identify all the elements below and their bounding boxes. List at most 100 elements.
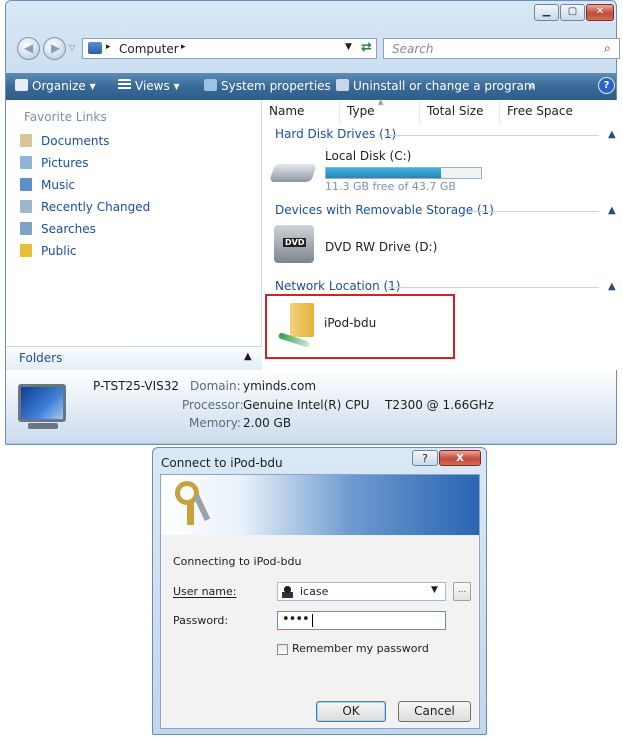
group-network-location[interactable]: Network Location (1) [275,279,400,293]
monitor-stand [28,423,58,429]
dialog-title: Connect to iPod-bdu [161,456,283,470]
group-collapse-icon[interactable]: ▲ [608,129,616,140]
search-box[interactable]: Search ⌕ [383,38,620,59]
music-icon [20,178,32,191]
address-dropdown-icon[interactable]: ▼ [345,42,352,52]
breadcrumb-separator-icon[interactable]: ▸ [181,42,186,52]
views-button[interactable]: Views ▾ [118,79,180,93]
refresh-icon[interactable]: ⇄ [361,40,372,55]
column-header-total-size[interactable]: Total Size [420,100,500,123]
dvd-drive-item[interactable]: DVD DVD RW Drive (D:) [270,221,480,269]
pictures-icon [20,156,32,169]
network-folder-icon [290,303,314,337]
remember-password-label[interactable]: Remember my password [292,642,429,655]
system-properties-label: System properties [221,79,331,93]
computer-monitor-icon [18,384,66,422]
close-button[interactable]: ✕ [586,4,614,21]
breadcrumb-computer[interactable]: Computer [119,42,179,56]
nav-item-public[interactable]: Public [20,244,77,260]
local-disk-item[interactable]: Local Disk (C:) 11.3 GB free of 43.7 GB [269,145,482,197]
username-value[interactable]: icase [300,585,328,598]
connect-dialog: Connect to iPod-bdu ? X Connecting to iP… [152,447,487,735]
uninstall-icon [336,79,349,91]
command-bar: Organize ▾ Views ▾ System properties Uni… [6,73,616,100]
back-button[interactable]: ◀ [17,37,40,60]
navigation-pane: Favorite Links Documents Pictures Music … [6,100,262,370]
processor-model: T2300 @ 1.66GHz [385,398,494,412]
password-value[interactable]: •••• [282,612,310,627]
nav-label: Music [41,178,76,192]
maximize-button[interactable]: ▢ [560,4,585,21]
cancel-button[interactable]: Cancel [398,701,471,722]
forward-arrow-icon: ▶ [51,41,61,55]
key-shaft-silver [193,494,211,522]
key-shaft [187,501,194,525]
organize-button[interactable]: Organize ▾ [15,79,96,93]
nav-label: Searches [41,222,96,236]
nav-label: Documents [41,134,110,148]
browse-button[interactable]: ... [453,582,471,601]
group-removable-storage[interactable]: Devices with Removable Storage (1) [275,203,494,217]
search-input[interactable]: Search [392,42,434,56]
user-icon [282,585,293,598]
username-combobox[interactable]: icase ▼ [277,582,446,601]
documents-icon [20,134,32,147]
memory-value: 2.00 GB [243,416,292,430]
searches-icon [20,222,32,235]
details-pane: P-TST25-VIS32 Domain: yminds.com Process… [6,370,616,443]
domain-value: yminds.com [243,379,317,393]
system-properties-icon [204,79,217,91]
nav-item-recently-changed[interactable]: Recently Changed [20,200,150,216]
disk-usage-bar [325,167,482,179]
dvd-drive-name: DVD RW Drive (D:) [325,240,438,254]
uninstall-button[interactable]: Uninstall or change a program [336,79,536,93]
more-commands-button[interactable]: » [528,79,535,93]
recently-changed-icon [20,200,32,213]
folders-bar[interactable]: Folders ▲ [6,346,262,371]
memory-label: Memory: [189,416,241,430]
sort-ascending-icon: ▲ [378,98,384,106]
local-disk-name: Local Disk (C:) [325,149,412,163]
dvd-badge: DVD [283,238,307,247]
dvd-drive-icon: DVD [274,225,314,263]
dialog-body: Connecting to iPod-bdu User name: icase … [160,474,480,729]
nav-item-searches[interactable]: Searches [20,222,96,238]
disk-usage-fill [326,168,441,178]
remember-password-checkbox[interactable] [277,644,288,655]
folders-expand-icon[interactable]: ▲ [244,351,252,362]
computer-name: P-TST25-VIS32 [93,379,180,393]
nav-item-documents[interactable]: Documents [20,134,109,150]
group-hard-disk-drives[interactable]: Hard Disk Drives (1) [275,127,396,141]
address-bar[interactable]: ▸ Computer ▸ ▼ ⇄ [82,38,377,59]
help-button[interactable]: ? [598,77,615,94]
recent-pages-chevron-icon[interactable]: ▽ [69,43,75,52]
group-divider [469,211,599,212]
minimize-button[interactable]: ▁ [534,4,559,21]
username-dropdown-icon[interactable]: ▼ [431,585,438,595]
nav-label: Recently Changed [41,200,151,214]
group-collapse-icon[interactable]: ▲ [608,281,616,292]
processor-value: Genuine Intel(R) CPU [243,398,370,412]
back-arrow-icon: ◀ [24,41,34,55]
text-caret [312,614,313,627]
ok-button[interactable]: OK [316,701,386,722]
group-divider [384,135,599,136]
network-location-item[interactable]: iPod-bdu [272,299,452,354]
search-icon[interactable]: ⌕ [604,41,611,56]
breadcrumb-separator-icon[interactable]: ▸ [106,42,111,52]
group-divider [388,287,599,288]
public-folder-icon [20,244,32,257]
content-pane: Name Type Total Size Free Space ▲ Hard D… [262,98,621,370]
system-properties-button[interactable]: System properties [204,79,331,93]
group-collapse-icon[interactable]: ▲ [608,205,616,216]
column-header-name[interactable]: Name [262,100,340,123]
forward-button[interactable]: ▶ [43,37,66,60]
uninstall-label: Uninstall or change a program [353,79,536,93]
nav-item-music[interactable]: Music [20,178,75,194]
password-field[interactable]: •••• [277,611,446,630]
password-label: Password: [173,614,229,627]
nav-item-pictures[interactable]: Pictures [20,156,89,172]
column-header-free-space[interactable]: Free Space [500,100,621,123]
dialog-close-button[interactable]: X [439,450,481,466]
dialog-help-button[interactable]: ? [412,450,438,466]
